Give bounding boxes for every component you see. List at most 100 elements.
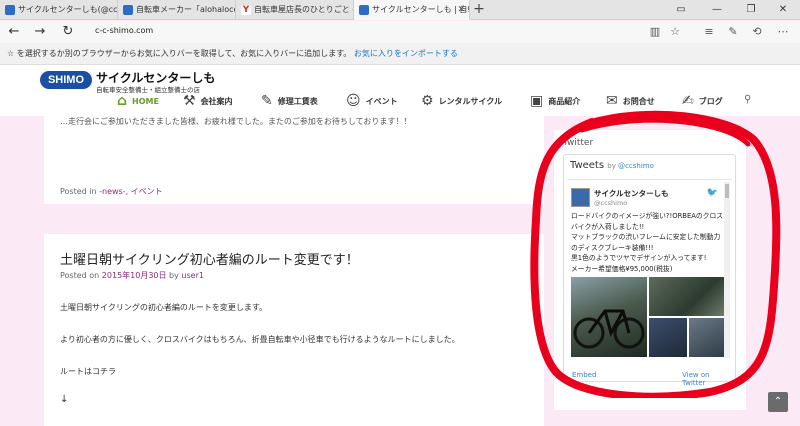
site-logo[interactable]: SHIMO — [40, 71, 92, 89]
tab-label: サイクルセンターしも(@ccshimc — [18, 5, 118, 14]
browser-tab[interactable]: Y 自転車屋店長のひとりごと - Ya — [236, 0, 354, 20]
category-links[interactable]: -news-, イベント — [99, 187, 163, 196]
browser-tab[interactable]: 自転車メーカー「alohaloco」(@ — [118, 0, 236, 20]
bicycle-detail-photo[interactable] — [649, 318, 687, 357]
post-title[interactable]: 土曜日朝サイクリング初心者編のルート変更です！ — [60, 249, 359, 268]
browser-tab-active[interactable]: サイクルセンターしも | 自転 ✕ — [354, 0, 470, 20]
nav-label: HOME — [132, 96, 159, 106]
post-paragraph: 土曜日朝サイクリングの初心者編のルートを変更します。 — [60, 303, 268, 312]
bicycle-detail-photo[interactable] — [689, 318, 727, 357]
tweet-line: 黒1色のようでツヤでデザインが入ってます! — [571, 254, 707, 262]
tweet-line: のディスクブレーキ装備!!! — [571, 243, 654, 252]
new-tab-button[interactable]: + — [470, 0, 488, 20]
post-paragraph: ルートはコチラ — [60, 367, 116, 376]
tweet-author-handle[interactable]: @ccshimo — [594, 199, 627, 207]
bicycle-photo[interactable] — [571, 277, 647, 357]
nav-blog[interactable]: ✍ ブログ — [682, 90, 723, 112]
restore-icon[interactable]: ❐ — [738, 0, 764, 20]
tweet-line: マットブラックの渋いフレームに安定した制動力 — [571, 233, 721, 241]
nav-rental[interactable]: ⚙ レンタルサイクル — [421, 90, 502, 112]
tab-menu-icon[interactable]: ▭ — [668, 0, 694, 20]
bicycle-graphic — [573, 309, 645, 349]
wrench-icon: ✎ — [261, 93, 273, 109]
twitter-bird-icon: 🐦 — [706, 188, 718, 198]
share-icon[interactable]: ⟲ — [748, 24, 766, 40]
back-icon[interactable]: ← — [4, 23, 24, 41]
yahoo-favicon-icon: Y — [241, 5, 251, 15]
nav-label: 会社案内 — [200, 96, 233, 106]
tab-label: サイクルセンターしも | 自転 — [372, 5, 470, 14]
reading-view-icon[interactable]: ▥ — [646, 24, 664, 40]
down-arrow-text: ↓ — [60, 394, 69, 405]
twitter-timeline-widget: Tweets by @ccshimo サイクルセンターしも @ccshimo 🐦… — [563, 154, 736, 387]
previous-post-excerpt: …走行会にご参加いただきました皆様、お疲れ様でした。またのご参加をお待ちしており… — [60, 117, 412, 126]
tweet-line: メーカー希望価格¥95,000(税抜) — [571, 264, 673, 273]
nav-label: お問合せ — [622, 96, 655, 106]
tab-label: 自転車屋店長のひとりごと - Ya — [254, 5, 353, 14]
home-icon: ⌂ — [117, 93, 128, 109]
post-meta: Posted on 2015年10月30日 by user1 — [60, 270, 204, 281]
tweet-text: ロードバイクのイメージが強い?!ORBEAのクロス バイクが入荷しました!! マ… — [571, 211, 723, 274]
site-favicon-icon — [359, 5, 369, 15]
nav-label: 商品紹介 — [548, 96, 581, 106]
sidebar-heading: Twitter — [563, 138, 594, 148]
nav-repair-fees[interactable]: ✎ 修理工賃表 — [261, 90, 318, 112]
browser-tab[interactable]: サイクルセンターしも(@ccshimc — [0, 0, 118, 20]
search-icon[interactable]: ⚲ — [744, 94, 751, 105]
web-note-icon[interactable]: ✎ — [724, 24, 742, 40]
widget-scrollbar[interactable] — [724, 182, 730, 358]
widget-header: Tweets by @ccshimo — [570, 160, 654, 171]
nav-label: 修理工賃表 — [277, 96, 318, 106]
mail-icon: ✉ — [606, 93, 618, 109]
twitter-favicon-icon — [123, 5, 133, 15]
twitter-favicon-icon — [5, 5, 15, 15]
post-paragraph: より初心者の方に優しく、クロスバイクはもちろん、折畳自転車や小径車でも行けるよう… — [60, 335, 460, 344]
forward-icon[interactable]: → — [30, 23, 50, 41]
widget-handle-link[interactable]: @ccshimo — [618, 162, 654, 170]
nav-label: ブログ — [698, 96, 723, 106]
gear-icon: ⚙ — [421, 93, 434, 109]
edit-icon: ✍ — [682, 93, 694, 109]
tweet-line: ロードバイクのイメージが強い?!ORBEAのクロス — [571, 212, 724, 220]
nav-company[interactable]: ⚒ 会社案内 — [183, 90, 233, 112]
hub-icon[interactable]: ≡ — [700, 24, 718, 40]
import-favorites-link[interactable]: お気に入りをインポートする — [354, 49, 458, 58]
nav-products[interactable]: ▣ 商品紹介 — [530, 90, 580, 112]
previous-post-footer: Posted in -news-, イベント — [60, 186, 163, 197]
nav-contact[interactable]: ✉ お問合せ — [606, 90, 655, 112]
view-on-twitter-link[interactable]: View on Twitter — [682, 371, 735, 387]
site-header: SHIMO サイクルセンターしも 自転車安全整備士・組立整備士の店 ⌂ HOME… — [0, 65, 800, 116]
back-to-top-button[interactable]: ⌃ — [768, 392, 788, 412]
close-tab-icon[interactable]: ✕ — [457, 0, 465, 19]
post-date[interactable]: 2015年10月30日 — [102, 271, 167, 280]
nav-events[interactable]: ☺ イベント — [346, 90, 398, 112]
posted-in-label: Posted in — [60, 187, 100, 196]
favorites-message: ☆ を選択するか別のブラウザーからお気に入りバーを取得して、お気に入りバーに追加… — [7, 49, 352, 58]
address-bar: ← → ↻ c-c-shimo.com ▥ ☆ ≡ ✎ ⟲ ⋯ — [0, 21, 800, 43]
bicycle-detail-photo[interactable] — [649, 277, 727, 316]
wrench-icon: ⚒ — [183, 93, 196, 109]
nav-home[interactable]: ⌂ HOME — [117, 90, 159, 112]
tweet-line: バイクが入荷しました!! — [571, 222, 645, 231]
more-icon[interactable]: ⋯ — [774, 24, 792, 40]
posted-on-label: Posted on — [60, 271, 102, 280]
minimize-icon[interactable]: — — [704, 0, 730, 20]
favorites-bar: ☆ を選択するか別のブラウザーからお気に入りバーを取得して、お気に入りバーに追加… — [0, 43, 800, 65]
tab-label: 自転車メーカー「alohaloco」(@ — [136, 5, 235, 14]
tweet-list[interactable]: サイクルセンターしも @ccshimo 🐦 ロードバイクのイメージが強い?!OR… — [567, 179, 732, 359]
people-icon: ☺ — [346, 93, 361, 109]
close-window-icon[interactable]: ✕ — [770, 0, 796, 20]
post-author[interactable]: user1 — [181, 271, 204, 280]
scroll-thumb[interactable] — [725, 184, 729, 198]
refresh-icon[interactable]: ↻ — [58, 23, 78, 41]
favorite-star-icon[interactable]: ☆ — [666, 24, 684, 40]
tweet-photo-grid[interactable] — [571, 277, 727, 357]
avatar[interactable] — [571, 188, 590, 207]
browser-tab-bar: サイクルセンターしも(@ccshimc 自転車メーカー「alohaloco」(@… — [0, 0, 800, 20]
embed-link[interactable]: Embed — [572, 371, 596, 379]
tweet-author-name[interactable]: サイクルセンターしも — [594, 188, 669, 199]
widget-title: Tweets — [570, 160, 605, 171]
by-label: by — [166, 271, 182, 280]
bag-icon: ▣ — [530, 93, 544, 109]
url-field[interactable]: c-c-shimo.com — [95, 26, 153, 35]
